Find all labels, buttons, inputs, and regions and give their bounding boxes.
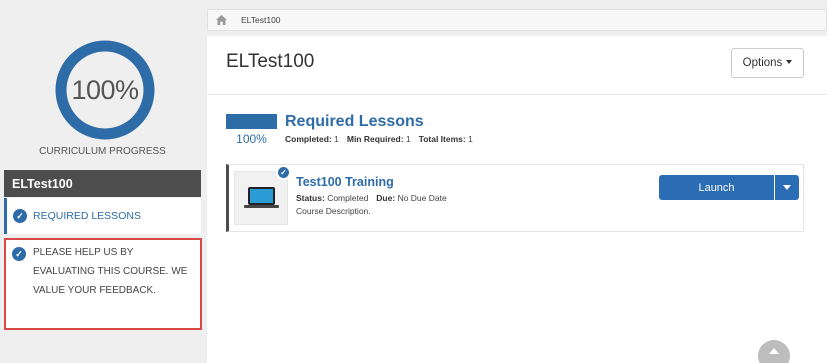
stat-min-required: Min Required: 1 [346, 134, 411, 144]
lesson-description: Course Description. [296, 206, 371, 216]
required-lessons-progress-bar [226, 114, 277, 129]
sidebar-item-label: PLEASE HELP US BY EVALUATING THIS COURSE… [33, 247, 188, 296]
sidebar-item-label: REQUIRED LESSONS [33, 210, 141, 222]
curriculum-progress-value: 100% [71, 74, 139, 105]
home-icon[interactable] [216, 15, 227, 25]
lesson-title[interactable]: Test100 Training [296, 175, 394, 189]
completed-check-icon: ✓ [276, 165, 291, 180]
launch-dropdown-button[interactable] [775, 175, 799, 200]
main-panel: ELTest100 Options 100% Required Lessons … [207, 36, 827, 363]
course-title-header: ELTest100 [4, 170, 201, 197]
launch-button[interactable]: Launch [659, 175, 774, 200]
laptop-icon [248, 187, 275, 205]
required-lessons-stats: Completed: 1 Min Required: 1 Total Items… [285, 134, 473, 144]
caret-down-icon [786, 59, 793, 64]
breadcrumb: ELTest100 [207, 9, 827, 31]
stat-total-items: Total Items: 1 [418, 134, 473, 144]
required-lessons-progress-pct: 100% [236, 132, 267, 146]
lesson-card: ✓ Test100 Training Status: Completed Due… [226, 164, 804, 232]
left-sidebar: 100% CURRICULUM PROGRESS ELTest100 ✓ REQ… [0, 0, 205, 363]
caret-down-icon [783, 185, 791, 190]
check-circle-icon: ✓ [13, 209, 27, 223]
options-button[interactable]: Options [731, 48, 804, 78]
lesson-due: Due: No Due Date [376, 193, 447, 203]
required-lessons-title: Required Lessons [285, 113, 424, 130]
header-divider [207, 94, 827, 95]
check-circle-icon: ✓ [12, 247, 26, 261]
lesson-status: Status: Completed [296, 193, 369, 203]
stat-completed: Completed: 1 [285, 134, 339, 144]
page-title: ELTest100 [226, 51, 315, 72]
arrow-up-icon [769, 348, 779, 354]
lesson-meta: Status: Completed Due: No Due Date [296, 193, 447, 203]
breadcrumb-current: ELTest100 [241, 15, 281, 25]
curriculum-progress-label: CURRICULUM PROGRESS [39, 146, 166, 157]
options-button-label: Options [742, 57, 783, 69]
laptop-base [244, 205, 279, 208]
sidebar-item-evaluation[interactable]: ✓ PLEASE HELP US BY EVALUATING THIS COUR… [4, 238, 202, 330]
sidebar-item-required-lessons[interactable]: ✓ REQUIRED LESSONS [4, 198, 201, 234]
